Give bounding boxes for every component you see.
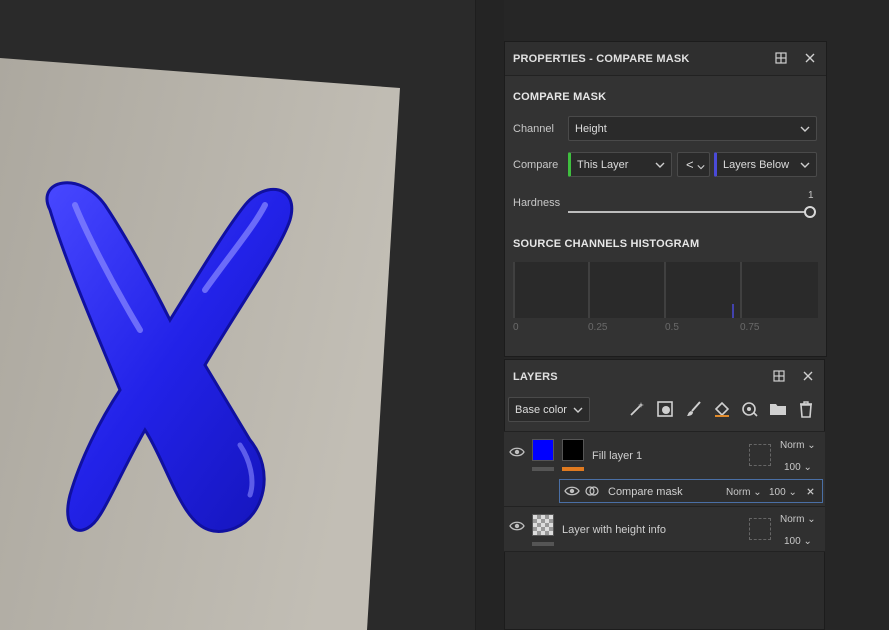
histogram-plot	[513, 262, 742, 318]
layer-name-fill: Fill layer 1	[592, 450, 643, 462]
section-compare-mask: COMPARE MASK	[513, 91, 607, 103]
close-icon[interactable]	[806, 487, 815, 496]
histogram-title: SOURCE CHANNELS HISTOGRAM	[513, 238, 700, 250]
channel-dropdown[interactable]: Height	[568, 116, 817, 141]
compare-right-dropdown[interactable]: Layers Below	[714, 152, 817, 177]
brush-icon[interactable]	[685, 400, 703, 418]
layer-extra-thumbnail	[749, 444, 771, 466]
layer-transparent-thumbnail	[532, 514, 554, 536]
blend-mode[interactable]: Norm ⌄	[780, 440, 816, 451]
3d-viewport[interactable]	[0, 0, 475, 630]
histogram-chart	[513, 262, 818, 318]
properties-title: PROPERTIES - COMPARE MASK	[513, 53, 690, 65]
compare-left-value: This Layer	[577, 159, 629, 171]
opacity-value: 100	[769, 487, 786, 498]
mask-icon	[585, 486, 599, 496]
blend-mode[interactable]: Norm ⌄	[780, 514, 816, 525]
eye-icon[interactable]	[509, 520, 525, 532]
blend-mode-value: Norm	[726, 487, 751, 498]
chevron-down-icon	[800, 162, 810, 168]
channel-label: Channel	[513, 123, 554, 135]
compare-label: Compare	[513, 159, 559, 171]
layer-thumbnail-bar	[532, 542, 554, 546]
close-icon[interactable]	[801, 369, 815, 383]
layers-header: LAYERS	[505, 360, 824, 394]
chevron-down-icon	[655, 162, 665, 168]
eye-icon[interactable]	[564, 485, 580, 497]
effect-blend-mode[interactable]: Norm ⌄	[726, 487, 762, 498]
histogram-tick: 0.5	[665, 322, 679, 333]
layers-title: LAYERS	[513, 371, 558, 383]
chevron-down-icon	[697, 165, 705, 170]
hardness-slider-track[interactable]	[568, 211, 806, 213]
compare-operator-dropdown[interactable]: <	[677, 152, 710, 177]
magic-wand-icon[interactable]	[628, 400, 646, 418]
blend-mode-value: Norm	[780, 514, 805, 525]
effects-icon[interactable]	[741, 400, 759, 418]
histogram-tick: 0.75	[740, 322, 760, 333]
viewport-render	[0, 58, 400, 630]
dock-icon[interactable]	[774, 51, 788, 65]
layer-mask-thumbnail	[562, 439, 584, 461]
layer-color-thumbnail	[532, 439, 554, 461]
close-icon[interactable]	[803, 51, 817, 65]
blend-mode-value: Norm	[780, 440, 805, 451]
effect-name: Compare mask	[608, 486, 683, 498]
panel-splitter[interactable]	[475, 0, 504, 630]
layer-name-height: Layer with height info	[562, 524, 666, 536]
layer-opacity[interactable]: 100 ⌄	[784, 462, 812, 473]
properties-header: PROPERTIES - COMPARE MASK	[505, 42, 826, 76]
eye-icon[interactable]	[509, 446, 525, 458]
compare-operator-value: <	[686, 157, 694, 172]
dock-icon[interactable]	[772, 369, 786, 383]
chevron-down-icon	[573, 407, 583, 413]
opacity-value: 100	[784, 536, 801, 547]
layer-opacity[interactable]: 100 ⌄	[784, 536, 812, 547]
effect-opacity[interactable]: 100 ⌄	[769, 487, 797, 498]
trash-icon[interactable]	[797, 400, 815, 418]
hardness-value: 1	[808, 190, 814, 201]
compare-left-dropdown[interactable]: This Layer	[568, 152, 672, 177]
smart-mask-icon[interactable]	[656, 400, 674, 418]
layer-thumbnail-bar	[532, 467, 554, 471]
channel-select-value: Base color	[515, 404, 567, 416]
histogram-tick: 0.25	[588, 322, 608, 333]
compare-right-value: Layers Below	[723, 159, 790, 171]
channel-value: Height	[575, 123, 607, 135]
folder-icon[interactable]	[769, 400, 787, 418]
mask-active-bar	[562, 467, 584, 471]
hardness-label: Hardness	[513, 197, 561, 209]
chevron-down-icon	[800, 126, 810, 132]
histogram-tick: 0	[513, 322, 519, 333]
opacity-value: 100	[784, 462, 801, 473]
channel-select-dropdown[interactable]: Base color	[508, 397, 590, 422]
layer-extra-thumbnail	[749, 518, 771, 540]
fill-icon[interactable]	[713, 400, 731, 418]
hardness-slider-handle[interactable]	[804, 206, 816, 218]
